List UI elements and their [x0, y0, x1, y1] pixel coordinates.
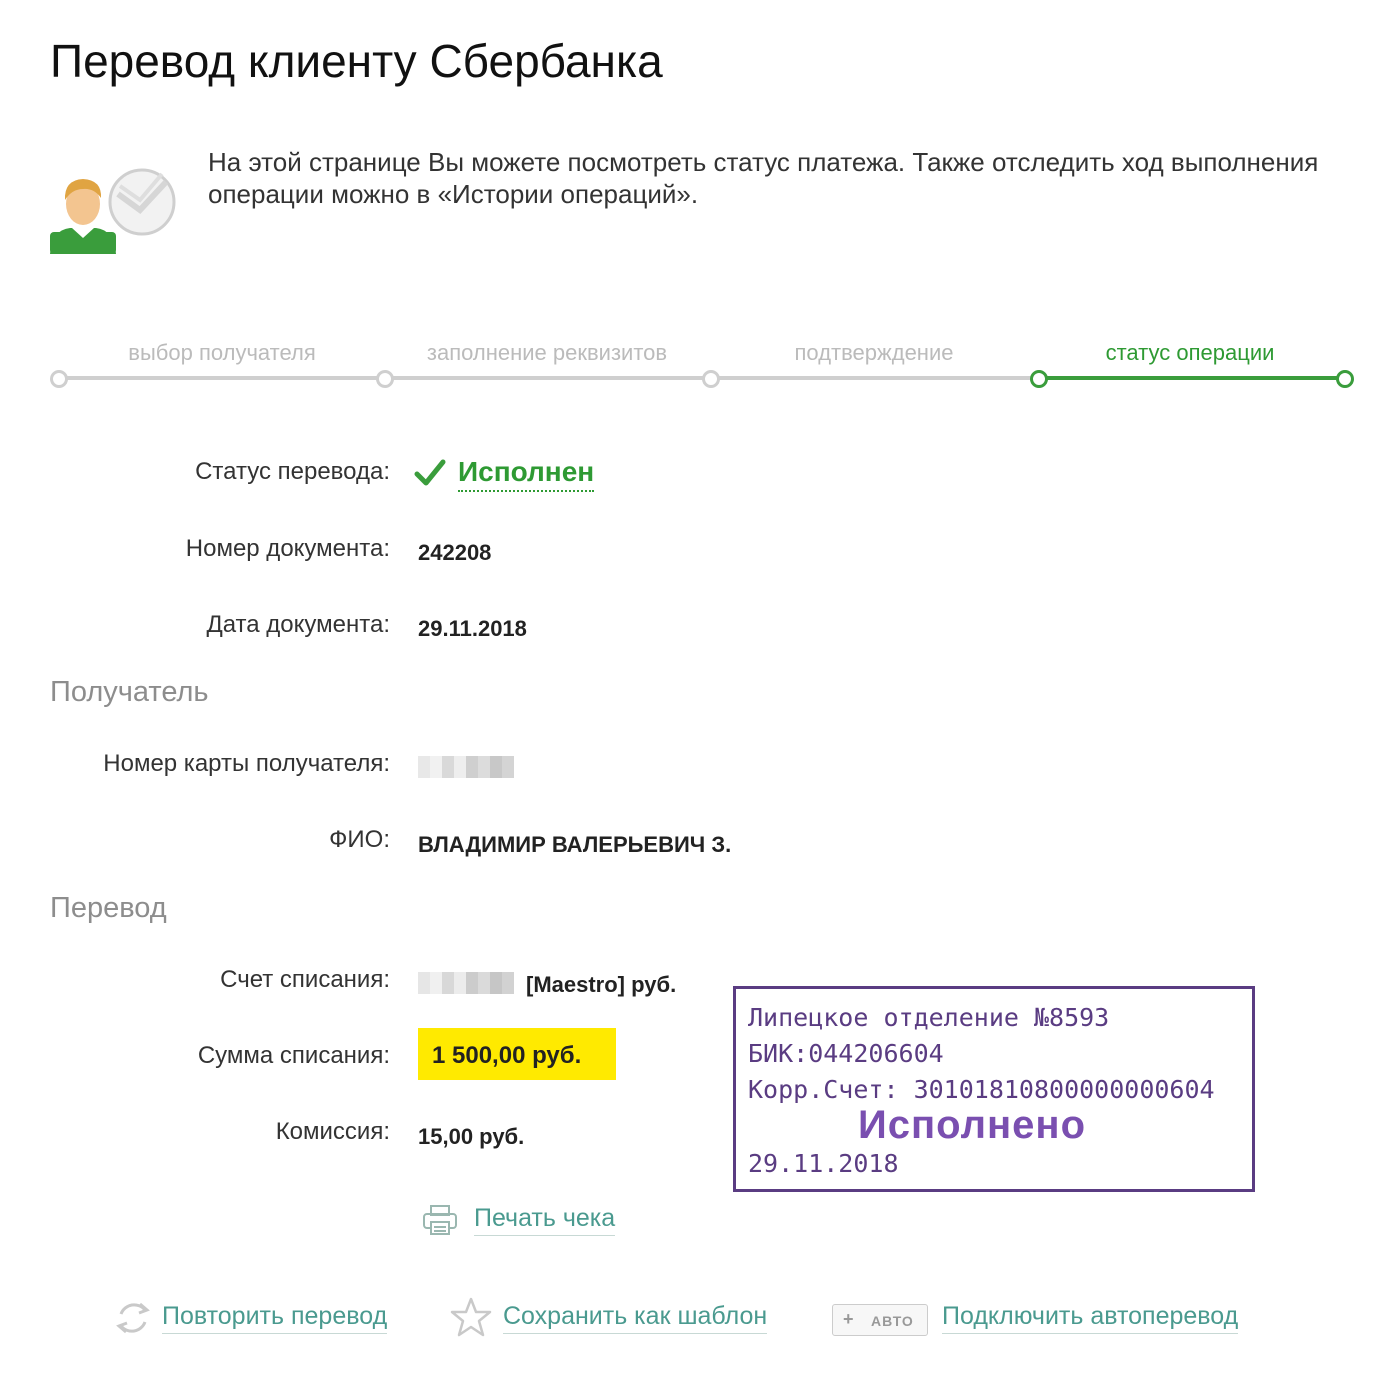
repeat-icon[interactable]	[114, 1298, 152, 1338]
step-dot-active	[1030, 370, 1048, 388]
intro-text: На этой странице Вы можете посмотреть ст…	[208, 147, 1319, 209]
amount-value: 1 500,00 руб.	[432, 1042, 582, 1069]
transfer-heading: Перевод	[50, 892, 167, 924]
doc-date-value: 29.11.2018	[418, 616, 527, 641]
step-confirmation: подтверждение	[794, 340, 954, 365]
fio-value: ВЛАДИМИР ВАЛЕРЬЕВИЧ З.	[418, 832, 732, 857]
client-transfer-icon	[50, 168, 176, 254]
card-number-masked	[418, 756, 514, 778]
account-number-masked	[418, 972, 514, 994]
save-template-link[interactable]: Сохранить как шаблон	[503, 1302, 768, 1334]
doc-number-label: Номер документа:	[185, 535, 390, 562]
card-number-label: Номер карты получателя:	[103, 750, 390, 777]
auto-transfer-badge[interactable]: + АВТО	[832, 1304, 928, 1336]
fee-value: 15,00 руб.	[418, 1124, 525, 1149]
plus-icon: +	[843, 1309, 854, 1329]
status-value-link[interactable]: Исполнен	[458, 456, 595, 492]
step-dot	[50, 370, 68, 388]
stamp-bik: БИК:044206604	[748, 1039, 944, 1068]
bank-stamp: Липецкое отделение №8593 БИК:044206604 К…	[733, 986, 1255, 1192]
fee-label: Комиссия:	[275, 1118, 390, 1145]
doc-date-label: Дата документа:	[206, 611, 390, 638]
step-dot	[702, 370, 720, 388]
step-dot	[376, 370, 394, 388]
step-dot-active	[1336, 370, 1354, 388]
stamp-status: Исполнено	[858, 1103, 1087, 1147]
doc-number-value: 242208	[418, 540, 492, 565]
debit-account-suffix: [Maestro] руб.	[526, 972, 677, 997]
stamp-corr-account: Корр.Счет: 30101810800000000604	[748, 1075, 1215, 1104]
amount-label: Сумма списания:	[197, 1042, 390, 1069]
step-fill-details: заполнение реквизитов	[426, 340, 668, 365]
connect-auto-transfer-link[interactable]: Подключить автоперевод	[942, 1302, 1239, 1334]
check-icon	[414, 459, 446, 486]
print-receipt-link[interactable]: Печать чека	[474, 1204, 616, 1236]
stamp-branch: Липецкое отделение №8593	[748, 1003, 1110, 1032]
printer-icon[interactable]	[422, 1204, 458, 1236]
recipient-heading: Получатель	[50, 676, 209, 708]
repeat-transfer-link[interactable]: Повторить перевод	[162, 1302, 388, 1334]
step-operation-status: статус операции	[1105, 340, 1275, 365]
stamp-date: 29.11.2018	[748, 1149, 899, 1178]
status-label: Статус перевода:	[195, 458, 390, 485]
step-select-recipient: выбор получателя	[128, 340, 316, 365]
page-title: Перевод клиенту Сбербанка	[50, 35, 663, 87]
progress-track	[58, 376, 1038, 380]
star-icon[interactable]	[450, 1296, 492, 1338]
auto-badge-label: АВТО	[871, 1313, 914, 1329]
progress-track-active	[1038, 376, 1344, 380]
progress-steps: выбор получателя заполнение реквизитов п…	[50, 330, 1360, 400]
fio-label: ФИО:	[329, 826, 390, 853]
debit-account-label: Счет списания:	[220, 966, 390, 993]
